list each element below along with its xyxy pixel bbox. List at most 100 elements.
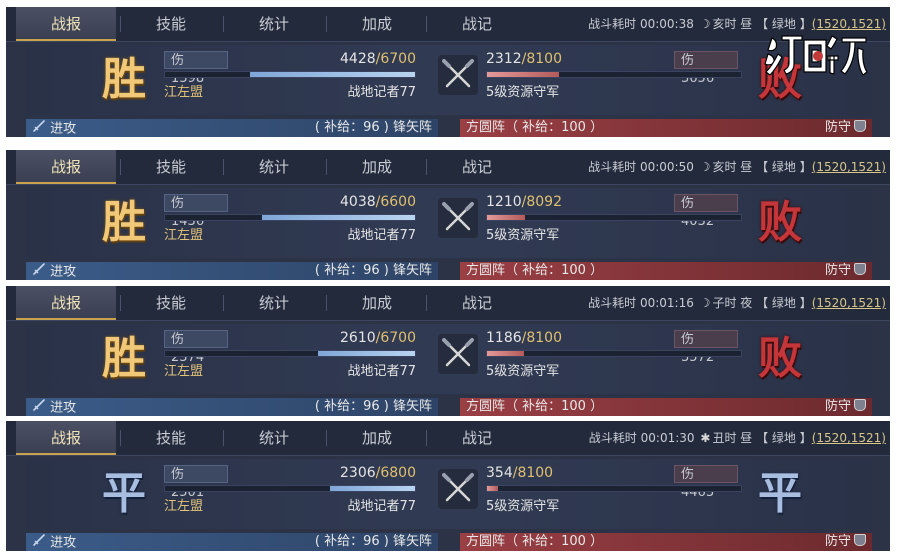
ally-footer: 进攻 ( 补给：96 ) 锋矢阵 (26, 398, 438, 416)
ally-result: 胜 (102, 197, 146, 248)
battle-summary: 胜伤 2374 2610/6700 江左盟 战地记者77 1186/8100 伤 3572… (26, 324, 872, 394)
crossed-swords-icon (438, 334, 478, 374)
ally-troop-bar-fill (249, 72, 415, 77)
enemy-role-label: 防守 (824, 120, 851, 135)
tab-2[interactable]: 统计 (224, 7, 324, 41)
ally-footer: 进攻 ( 补给：96 ) 锋矢阵 (26, 119, 438, 137)
enemy-troops-current: 1186 (486, 330, 522, 346)
enemy-role-label: 防守 (824, 534, 851, 549)
tab-3[interactable]: 加成 (327, 421, 427, 455)
ally-alliance-name: 江左盟 (164, 228, 204, 243)
game-time: 亥时 昼 (712, 160, 753, 174)
enemy-commander-name: 5级资源守军 (486, 228, 560, 243)
game-time: 丑时 昼 (712, 431, 753, 445)
ally-damage: 伤 2501 (164, 465, 228, 500)
report-tab-bar: 战报 技能 统计 加成 战记 战斗耗时 00:01:30 ✱ 丑时 昼 【 绿地 】(152… (6, 421, 890, 456)
enemy-troops: 2312/8100 (486, 49, 562, 69)
tab-divider (326, 295, 327, 311)
tab-1[interactable]: 技能 (121, 421, 221, 455)
tab-divider (223, 430, 224, 446)
shield-icon (854, 399, 866, 411)
tab-0[interactable]: 战报 (16, 421, 116, 455)
tab-4[interactable]: 战记 (427, 286, 527, 320)
enemy-troops: 1186/8100 (486, 328, 562, 348)
tab-divider (223, 159, 224, 175)
tab-0[interactable]: 战报 (16, 150, 116, 184)
tab-2[interactable]: 统计 (224, 286, 324, 320)
tab-1[interactable]: 技能 (121, 7, 221, 41)
ally-role-label: 进攻 (50, 264, 77, 280)
report-tab-bar: 战报 技能 统计 加成 战记 战斗耗时 00:00:50 ☽ 亥时 昼 【 绿地 】(152… (6, 150, 890, 185)
battle-info: 战斗耗时 00:00:50 ☽ 亥时 昼 【 绿地 】(1520,1521) (588, 150, 886, 184)
battle-time: 00:01:16 (639, 296, 694, 310)
report-tab-bar: 战报 技能 统计 加成 战记 战斗耗时 00:00:38 ☽ 亥时 昼 【 绿地 】(152… (6, 7, 890, 42)
ally-commander-name: 战地记者77 (347, 499, 416, 514)
enemy-result: 败 (758, 333, 802, 384)
ally-troops-current: 2610 (340, 330, 376, 346)
tab-0[interactable]: 战报 (16, 7, 116, 41)
tab-divider (326, 16, 327, 32)
enemy-commander-name: 5级资源守军 (486, 364, 560, 379)
tab-3[interactable]: 加成 (327, 150, 427, 184)
ally-troops-max: /6800 (375, 465, 416, 481)
ally-formation: ( 补给：96 ) 锋矢阵 (314, 263, 432, 278)
battle-summary: 胜伤 1436 4038/6600 江左盟 战地记者77 1210/8092 伤 4032… (26, 188, 872, 258)
tab-1[interactable]: 技能 (121, 150, 221, 184)
tab-4[interactable]: 战记 (427, 150, 527, 184)
tab-4[interactable]: 战记 (427, 421, 527, 455)
ally-troops-current: 4038 (340, 194, 376, 210)
shield-icon (854, 120, 866, 132)
battle-summary: 胜伤 1398 4428/6700 江左盟 战地记者77 2312/8100 伤 3656… (26, 45, 872, 115)
ally-alliance-name: 江左盟 (164, 364, 204, 379)
ally-damage: 伤 1398 (164, 51, 228, 86)
ally-role: 进攻 (32, 119, 76, 137)
enemy-footer: 方圆阵（ 补给：100 ） 防守 (460, 119, 872, 137)
enemy-damage: 伤 3656 (674, 51, 738, 86)
tab-4[interactable]: 战记 (427, 7, 527, 41)
tab-2[interactable]: 统计 (224, 150, 324, 184)
moon-icon: ☽ (699, 296, 711, 310)
ally-role-label: 进攻 (50, 400, 77, 416)
coordinates-link[interactable]: (1520,1521) (812, 160, 886, 174)
enemy-formation: 方圆阵（ 补给：100 ） (466, 534, 604, 549)
coordinates-link[interactable]: (1520,1521) (812, 296, 886, 310)
coordinates-link[interactable]: (1520,1521) (812, 431, 886, 445)
enemy-role: 防守 (825, 533, 866, 551)
enemy-result: 平 (758, 468, 802, 519)
ally-troops: 2306/6800 (340, 463, 416, 483)
ally-formation: ( 补给：96 ) 锋矢阵 (314, 534, 432, 549)
enemy-role-label: 防守 (824, 263, 851, 278)
tab-3[interactable]: 加成 (327, 7, 427, 41)
battle-info: 战斗耗时 00:01:16 ☽ 子时 夜 【 绿地 】(1520,1521) (588, 286, 886, 320)
ally-damage: 伤 2374 (164, 330, 228, 365)
crossed-swords-icon (438, 469, 478, 509)
enemy-role: 防守 (825, 398, 866, 416)
enemy-troop-bar (486, 485, 742, 492)
ally-damage: 伤 1436 (164, 194, 228, 229)
tab-1[interactable]: 技能 (121, 286, 221, 320)
battle-report-panel: 战报 技能 统计 加成 战记 战斗耗时 00:01:30 ✱ 丑时 昼 【 绿地 】(152… (6, 421, 890, 551)
enemy-troop-bar-fill (487, 215, 526, 220)
enemy-troop-bar (486, 214, 742, 221)
tab-0[interactable]: 战报 (16, 286, 116, 320)
battle-time-label: 战斗耗时 (588, 160, 637, 174)
brand-watermark-logo (762, 26, 890, 82)
tab-divider (120, 430, 121, 446)
tab-divider (120, 295, 121, 311)
shield-icon (854, 534, 866, 546)
ally-role: 进攻 (32, 398, 76, 416)
ally-troop-bar-fill (330, 486, 415, 491)
enemy-troops: 354/8100 (486, 463, 553, 483)
ally-troop-bar (164, 214, 416, 221)
battle-time-label: 战斗耗时 (588, 17, 637, 31)
battle-time: 00:00:38 (639, 17, 694, 31)
ally-troop-bar (164, 71, 416, 78)
report-tab-bar: 战报 技能 统计 加成 战记 战斗耗时 00:01:16 ☽ 子时 夜 【 绿地 】(152… (6, 286, 890, 321)
tab-2[interactable]: 统计 (224, 421, 324, 455)
terrain: 【 绿地 】 (756, 431, 812, 445)
tab-3[interactable]: 加成 (327, 286, 427, 320)
enemy-formation: 方圆阵（ 补给：100 ） (466, 399, 604, 414)
enemy-role: 防守 (825, 262, 866, 280)
sun-icon: ✱ (700, 431, 711, 445)
enemy-troop-bar (486, 350, 742, 357)
